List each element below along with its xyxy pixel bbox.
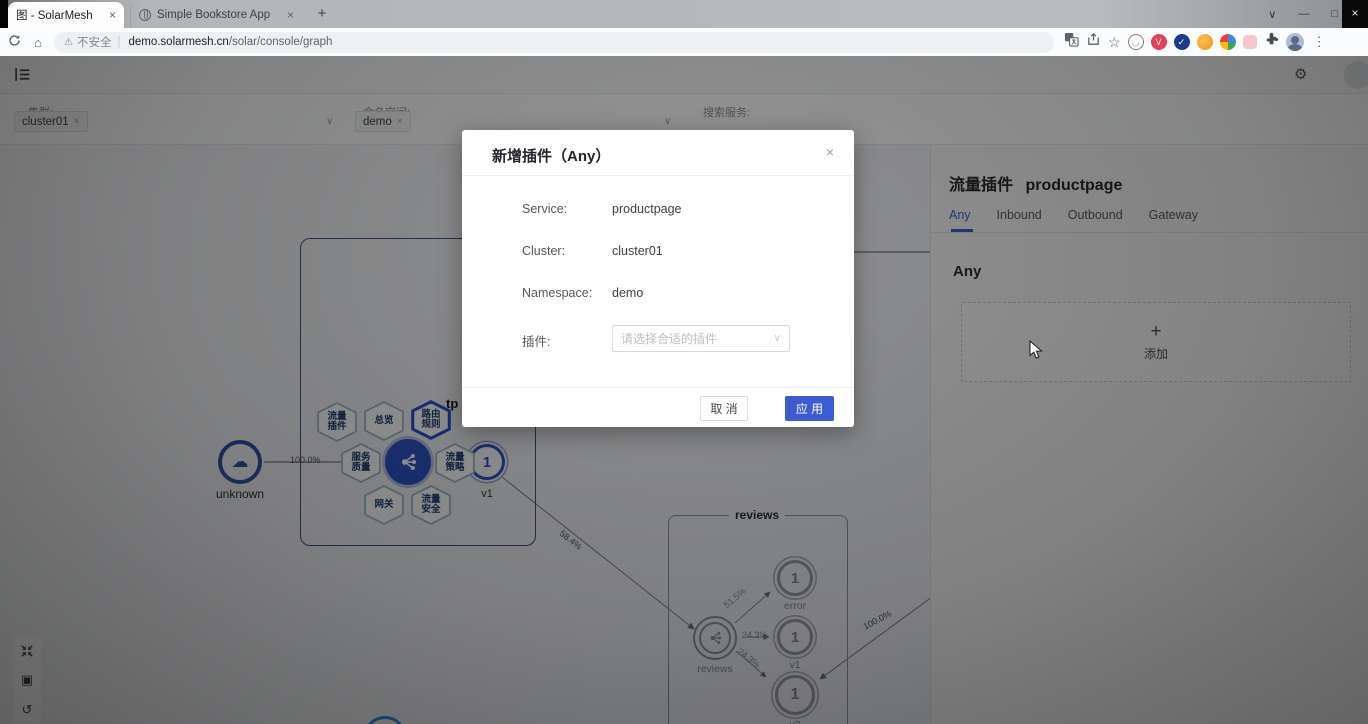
tab-search-icon[interactable]: ∨ [1268, 8, 1276, 21]
modal-header: 新增插件（Any） × [462, 130, 854, 176]
new-tab-button[interactable]: + [312, 4, 332, 24]
service-label: Service: [522, 202, 567, 216]
url-path: /solar/console/graph [229, 36, 333, 48]
tab-solarmesh[interactable]: 图 - SolarMesh × [8, 2, 124, 28]
field-service: Service: productpage [462, 202, 854, 222]
service-value: productpage [612, 202, 682, 216]
address-bar: ⌂ ⚠ 不安全 | demo.solarmesh.cn /solar/conso… [0, 28, 1368, 56]
tab-solarmesh-title: 图 - SolarMesh [16, 7, 105, 23]
cluster-value: cluster01 [612, 244, 663, 258]
browser-tab-strip: 图 - SolarMesh × Simple Bookstore App × +… [0, 0, 1368, 28]
tab-bookstore-title: Simple Bookstore App [157, 9, 283, 21]
modal-footer: 取 消 应 用 [462, 387, 854, 427]
extension-blue-check-icon[interactable]: ✓ [1174, 34, 1190, 50]
extension-orange-icon[interactable] [1197, 34, 1213, 50]
extensions-puzzle-icon[interactable] [1264, 32, 1279, 52]
cancel-button[interactable]: 取 消 [700, 396, 748, 421]
browser-actions: ☆ ◡ V ✓ ⋮ [1064, 32, 1332, 52]
plugin-select[interactable]: 请选择合适的插件 ∨ [612, 325, 790, 352]
field-namespace: Namespace: demo [462, 286, 854, 306]
minimize-button[interactable]: — [1298, 8, 1309, 20]
profile-avatar[interactable] [1286, 33, 1304, 51]
screen: 图 - SolarMesh × Simple Bookstore App × +… [0, 0, 1368, 724]
close-icon[interactable]: × [826, 144, 834, 160]
plugin-label: 插件: [522, 331, 550, 350]
field-plugin: 插件: 请选择合适的插件 ∨ [462, 331, 854, 351]
translate-icon[interactable] [1064, 32, 1079, 52]
warning-icon: ⚠ [64, 37, 73, 48]
field-cluster: Cluster: cluster01 [462, 244, 854, 264]
url-field[interactable]: ⚠ 不安全 | demo.solarmesh.cn /solar/console… [54, 32, 1054, 53]
extension-smiley-icon[interactable]: ◡ [1128, 34, 1144, 50]
namespace-label: Namespace: [522, 286, 592, 300]
globe-icon [139, 9, 151, 21]
tab-close-icon[interactable]: × [287, 8, 294, 22]
namespace-value: demo [612, 286, 643, 300]
share-icon[interactable] [1086, 32, 1101, 52]
bookmark-star-icon[interactable]: ☆ [1108, 34, 1121, 51]
close-window-button[interactable]: × [1342, 0, 1368, 28]
modal-title: 新增插件（Any） [492, 145, 610, 166]
home-icon[interactable]: ⌂ [26, 35, 50, 50]
extension-colorwheel-icon[interactable] [1220, 34, 1236, 50]
reload-icon[interactable] [2, 34, 26, 50]
window-controls: ∨ — □ [1268, 0, 1338, 28]
add-plugin-modal: 新增插件（Any） × Service: productpage Cluster… [462, 130, 854, 427]
not-secure-label[interactable]: 不安全 [77, 34, 112, 50]
extension-pink-icon[interactable] [1243, 35, 1257, 49]
chevron-down-icon: ∨ [774, 333, 781, 344]
maximize-button[interactable]: □ [1331, 8, 1338, 20]
apply-button[interactable]: 应 用 [785, 396, 834, 421]
url-host: demo.solarmesh.cn [128, 36, 228, 48]
tab-close-icon[interactable]: × [109, 8, 116, 22]
browser-menu-icon[interactable]: ⋮ [1311, 34, 1332, 50]
url-divider: | [117, 36, 120, 48]
extension-red-icon[interactable]: V [1151, 34, 1167, 50]
tab-bookstore[interactable]: Simple Bookstore App × [130, 2, 302, 28]
mouse-cursor [1028, 340, 1046, 360]
cluster-label: Cluster: [522, 244, 565, 258]
plugin-select-placeholder: 请选择合适的插件 [621, 330, 717, 347]
